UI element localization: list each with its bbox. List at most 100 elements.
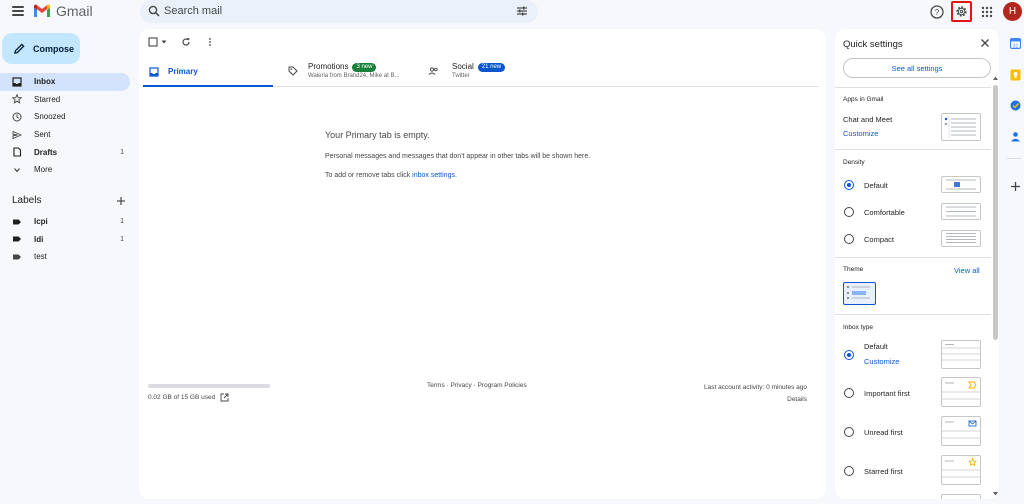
label-name: lcpi xyxy=(34,217,48,227)
mail-toolbar xyxy=(148,37,215,47)
inbox-starred-thumbnail xyxy=(941,455,981,485)
inbox-settings-link[interactable]: inbox settings xyxy=(412,172,455,179)
tab-social[interactable]: Social 21 new Twitter xyxy=(428,56,558,87)
inbox-next-thumbnail xyxy=(941,494,981,499)
refresh-icon[interactable] xyxy=(181,37,191,47)
inbox-unread-first-label: Unread first xyxy=(864,428,903,437)
pencil-icon xyxy=(14,43,25,54)
settings-button[interactable] xyxy=(951,1,972,22)
checkbox-icon xyxy=(148,37,158,47)
density-default-radio[interactable] xyxy=(844,180,854,190)
social-new-badge: 21 new xyxy=(477,63,506,72)
search-bar[interactable] xyxy=(140,0,538,23)
mail-icon xyxy=(942,420,980,439)
density-default-thumbnail xyxy=(941,176,981,193)
empty-title: Your Primary tab is empty. xyxy=(325,130,430,140)
keep-icon[interactable] xyxy=(1010,69,1021,81)
storage-info: 0.02 GB of 15 GB used xyxy=(148,393,229,402)
tab-primary[interactable]: Primary xyxy=(143,56,273,87)
details-link[interactable]: Details xyxy=(704,394,807,406)
label-item-test[interactable]: test xyxy=(0,248,130,266)
search-options-icon[interactable] xyxy=(516,5,528,17)
sidebar-item-snoozed[interactable]: Snoozed xyxy=(0,108,130,126)
density-comfortable-radio[interactable] xyxy=(844,207,854,217)
scroll-up-icon[interactable] xyxy=(992,75,999,81)
density-compact-thumbnail xyxy=(941,230,981,247)
sidebar-item-drafts[interactable]: Drafts 1 xyxy=(0,143,130,161)
caret-down-icon xyxy=(161,40,167,44)
sidebar-item-more[interactable]: More xyxy=(0,161,130,179)
sidebar-item-starred[interactable]: Starred xyxy=(0,91,130,109)
clock-icon xyxy=(12,112,22,122)
scroll-down-icon[interactable] xyxy=(992,491,999,497)
program-policies-link[interactable]: Program Policies xyxy=(478,382,527,389)
main-menu-button[interactable] xyxy=(10,4,26,20)
drafts-count: 1 xyxy=(120,148,124,156)
label-item-ldi[interactable]: ldi 1 xyxy=(0,231,130,249)
label-item-lcpi[interactable]: lcpi 1 xyxy=(0,213,130,231)
account-activity: Last account activity: 0 minutes ago Det… xyxy=(704,382,807,406)
tab-promotions-senders: Waleria from Brand24, Mike at B... xyxy=(308,73,400,79)
label-name: ldi xyxy=(34,234,44,244)
see-all-settings-button[interactable]: See all settings xyxy=(843,58,991,78)
inbox-default-radio[interactable] xyxy=(844,350,854,360)
inbox-customize-link[interactable]: Customize xyxy=(864,357,899,366)
apps-section-title: Apps in Gmail xyxy=(843,96,884,103)
draft-icon xyxy=(13,147,22,157)
tasks-icon[interactable] xyxy=(1010,100,1021,111)
calendar-icon[interactable]: 31 xyxy=(1010,38,1021,49)
compose-button[interactable]: Compose xyxy=(2,33,80,64)
storage-bar xyxy=(148,384,270,388)
inbox-preview-icon xyxy=(942,344,980,361)
sidebar-item-sent[interactable]: Sent xyxy=(0,126,130,144)
density-compact-radio[interactable] xyxy=(844,234,854,244)
label-count: 1 xyxy=(120,218,124,226)
divider xyxy=(835,87,991,88)
divider xyxy=(835,314,991,315)
theme-preview-icon xyxy=(847,286,870,299)
send-icon xyxy=(12,130,22,139)
open-in-new-icon[interactable] xyxy=(220,393,229,402)
compose-label: Compose xyxy=(33,43,75,54)
contacts-icon[interactable] xyxy=(1010,131,1021,142)
inbox-unread-first-radio[interactable] xyxy=(844,427,854,437)
search-input[interactable] xyxy=(164,3,494,19)
terms-link[interactable]: Terms xyxy=(427,382,445,389)
support-icon[interactable]: ? xyxy=(929,4,945,20)
inbox-important-first-radio[interactable] xyxy=(844,388,854,398)
theme-thumbnail[interactable] xyxy=(843,282,876,305)
sidebar-item-label: Starred xyxy=(34,94,61,104)
label-count: 1 xyxy=(120,235,124,243)
people-icon xyxy=(428,67,438,75)
svg-text:?: ? xyxy=(935,8,940,17)
labels-header: Labels xyxy=(12,195,126,206)
apps-customize-link[interactable]: Customize xyxy=(843,129,878,138)
density-section-title: Density xyxy=(843,159,865,166)
more-vert-icon[interactable] xyxy=(205,37,215,47)
category-tabs: Primary Promotions 3 new Waleria from Bra… xyxy=(143,56,819,87)
tab-promotions[interactable]: Promotions 3 new Waleria from Brand24, Mi… xyxy=(288,56,418,87)
empty-hint-text: To add or remove tabs click xyxy=(325,172,413,179)
plus-icon[interactable] xyxy=(116,196,126,206)
quick-settings-scrollbar[interactable] xyxy=(993,85,998,340)
empty-hint-period: . xyxy=(454,172,457,179)
sidebar-item-label: Drafts xyxy=(34,147,58,157)
plus-icon[interactable] xyxy=(1010,181,1021,192)
labels-list: lcpi 1 ldi 1 test xyxy=(0,213,130,266)
sidebar-item-inbox[interactable]: Inbox xyxy=(0,73,130,91)
label-icon xyxy=(13,219,21,225)
gmail-m-icon xyxy=(34,4,50,17)
privacy-link[interactable]: Privacy xyxy=(450,382,471,389)
close-icon[interactable] xyxy=(979,37,991,49)
star-icon xyxy=(12,94,22,105)
search-icon[interactable] xyxy=(148,5,160,17)
promotions-new-badge: 3 new xyxy=(352,63,377,72)
important-marker-icon xyxy=(942,381,980,400)
label-icon xyxy=(13,236,21,242)
theme-view-all-link[interactable]: View all xyxy=(954,266,980,275)
gmail-logo[interactable]: Gmail xyxy=(33,3,93,19)
inbox-starred-first-radio[interactable] xyxy=(844,466,854,476)
select-all-checkbox[interactable] xyxy=(148,37,167,47)
apps-grid-icon[interactable] xyxy=(979,4,995,20)
label-name: test xyxy=(34,252,47,262)
